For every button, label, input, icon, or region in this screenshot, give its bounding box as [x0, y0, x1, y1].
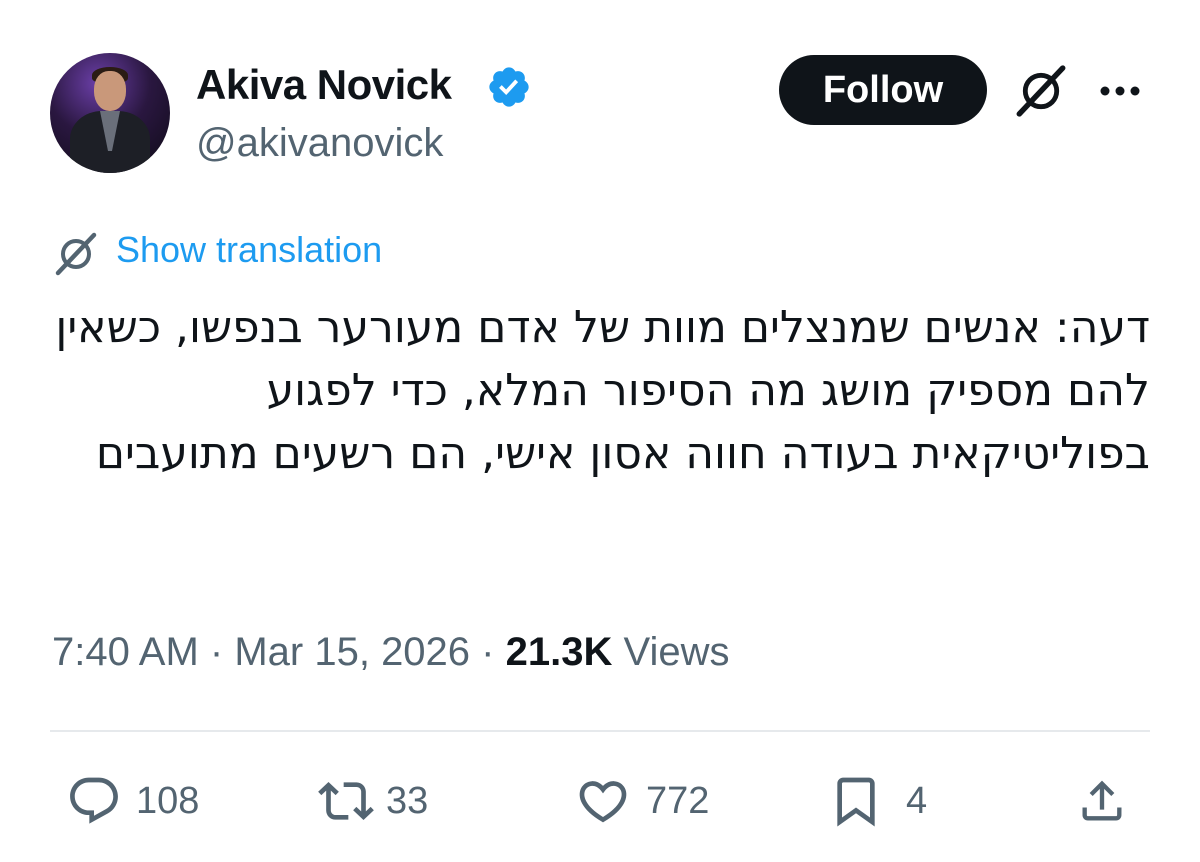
- author-handle[interactable]: @akivanovick: [196, 118, 443, 168]
- verified-badge-icon: [489, 67, 529, 107]
- heart-icon: [579, 781, 627, 823]
- show-translation-link[interactable]: Show translation: [116, 227, 382, 273]
- share-icon: [1082, 780, 1122, 821]
- author-display-name[interactable]: Akiva Novick: [196, 60, 452, 110]
- grok-icon: [55, 232, 97, 276]
- repost-button[interactable]: 33: [314, 770, 428, 832]
- avatar[interactable]: [50, 53, 170, 173]
- divider: [50, 730, 1150, 732]
- bookmark-button[interactable]: 4: [828, 770, 927, 832]
- repost-icon: [318, 782, 374, 820]
- tweet-time[interactable]: 7:40 AM: [52, 630, 199, 674]
- tweet-meta: 7:40 AM · Mar 15, 2026 · 21.3K Views: [52, 628, 729, 676]
- share-button[interactable]: [1076, 770, 1128, 832]
- reply-icon: [70, 777, 118, 824]
- tweet-date[interactable]: Mar 15, 2026: [234, 630, 470, 674]
- tweet-text: דעה: אנשים שמנצלים מוות של אדם מעורער בנ…: [55, 302, 1150, 479]
- bookmark-icon: [837, 777, 875, 827]
- follow-button[interactable]: Follow: [779, 55, 987, 125]
- views-label: Views: [623, 630, 730, 674]
- views-count: 21.3K: [505, 630, 613, 674]
- meta-separator: ·: [481, 630, 495, 674]
- like-button[interactable]: 772: [574, 770, 709, 832]
- like-count: 772: [646, 779, 710, 822]
- meta-separator: ·: [209, 630, 224, 674]
- bookmark-count: 4: [906, 779, 928, 822]
- grok-icon[interactable]: [1012, 62, 1070, 120]
- repost-count: 33: [386, 779, 429, 822]
- reply-count: 108: [136, 779, 200, 822]
- more-icon[interactable]: [1098, 84, 1142, 98]
- reply-button[interactable]: 108: [66, 770, 199, 832]
